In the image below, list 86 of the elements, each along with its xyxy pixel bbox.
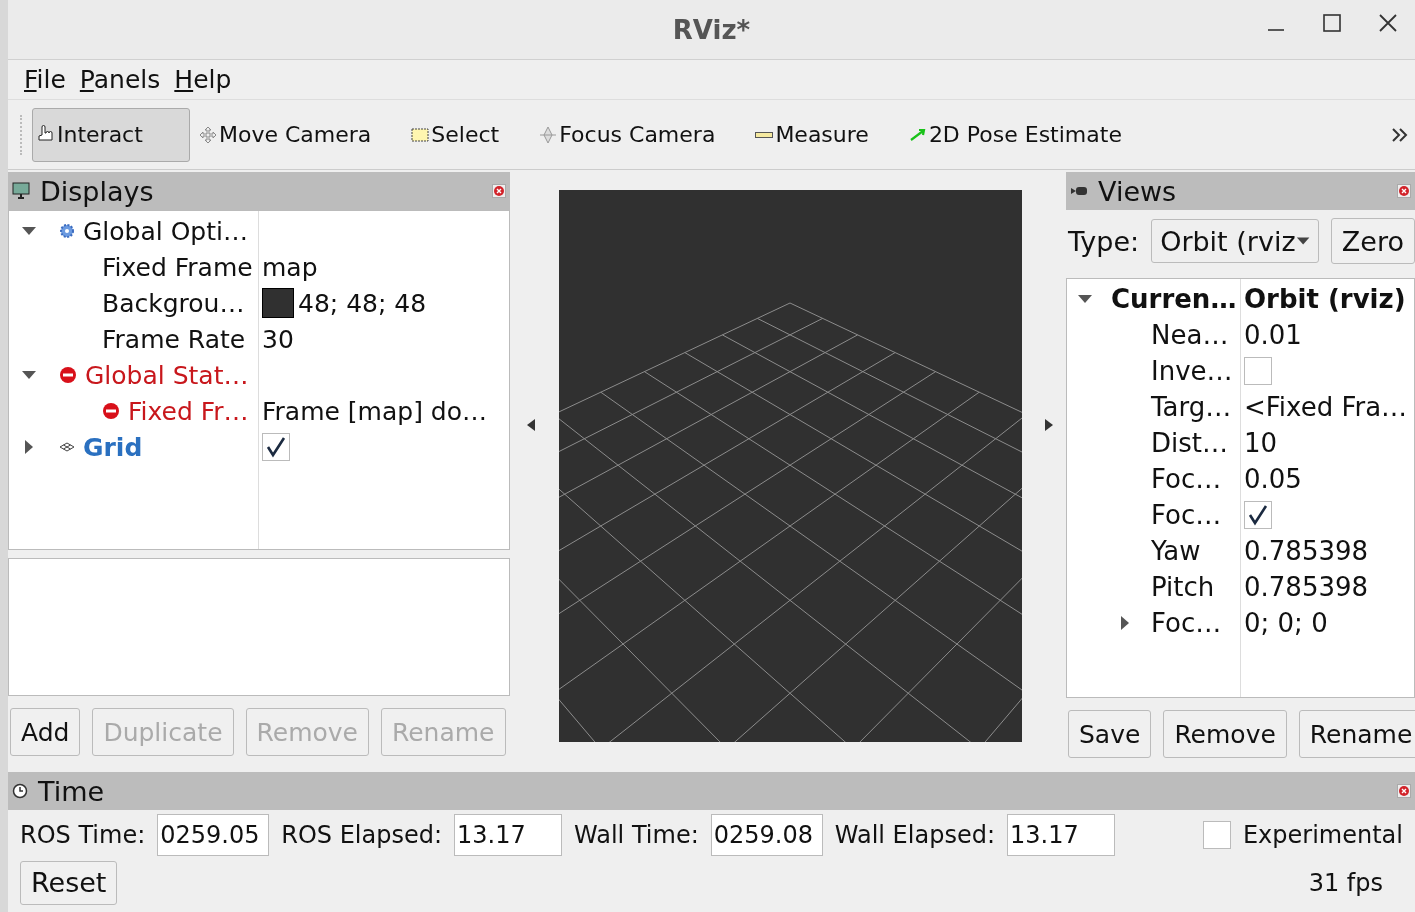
property-name[interactable]: Global Opti… xyxy=(83,216,248,246)
panel-button[interactable]: Add xyxy=(10,708,81,756)
close-icon[interactable] xyxy=(1397,784,1411,798)
property-value[interactable]: Orbit (rviz) xyxy=(1244,284,1406,314)
field-label: ROS Elapsed: xyxy=(281,821,443,849)
property-value[interactable]: 0.785398 xyxy=(1244,536,1369,566)
right-arrow-icon[interactable] xyxy=(1044,417,1054,432)
property-name[interactable]: Fixed Fr… xyxy=(128,396,249,426)
time-field[interactable]: 0259.05 xyxy=(157,814,270,856)
gear-icon xyxy=(59,223,75,239)
move-arrows-icon xyxy=(199,125,217,144)
panel-button[interactable]: Remove xyxy=(1163,710,1287,758)
tool-button[interactable]: Move Camera xyxy=(194,107,377,162)
property-name[interactable]: Pitch xyxy=(1151,572,1215,602)
property-name[interactable]: Global Stat… xyxy=(85,360,249,390)
reset-button[interactable]: Reset xyxy=(20,860,118,905)
property-name[interactable]: Curren… xyxy=(1111,284,1237,314)
field-label: Wall Elapsed: xyxy=(834,821,995,849)
left-arrow-icon[interactable] xyxy=(526,417,536,432)
checkbox[interactable] xyxy=(1244,357,1272,385)
zero-button[interactable]: Zero xyxy=(1330,218,1415,264)
property-name[interactable]: Dist… xyxy=(1151,428,1228,458)
property-value[interactable]: <Fixed Fra… xyxy=(1244,392,1408,422)
tool-button[interactable]: Measure xyxy=(750,107,874,162)
menu-item[interactable]: Panels xyxy=(79,65,161,94)
close-icon[interactable] xyxy=(1397,184,1411,198)
pose-arrow-icon xyxy=(908,127,927,142)
property-name[interactable]: Inve… xyxy=(1151,356,1233,386)
property-name[interactable]: Frame Rate xyxy=(102,324,246,354)
property-value[interactable]: 0.785398 xyxy=(1244,572,1369,602)
fps-text: 31 fps xyxy=(1308,868,1383,897)
camera-icon xyxy=(1070,186,1088,196)
time-field[interactable]: 0259.08 xyxy=(710,814,823,856)
time-field[interactable]: 13.17 xyxy=(454,814,563,856)
property-value[interactable]: 0; 0; 0 xyxy=(1244,608,1328,638)
menu-item[interactable]: Help xyxy=(174,65,232,94)
tool-button[interactable]: Select xyxy=(406,107,505,162)
tool-button[interactable]: Interact xyxy=(32,107,190,162)
maximize-icon[interactable] xyxy=(1323,14,1341,32)
grid-icon xyxy=(59,442,75,452)
property-value[interactable]: 30 xyxy=(262,324,294,354)
checkbox[interactable] xyxy=(1202,821,1231,849)
error-icon xyxy=(59,366,77,384)
property-name[interactable]: Backgrou… xyxy=(102,288,245,318)
panel-button[interactable]: Save xyxy=(1068,710,1152,758)
property-name[interactable]: Grid xyxy=(83,432,143,462)
property-name[interactable]: Targ… xyxy=(1151,392,1232,422)
experimental-label: Experimental xyxy=(1242,821,1403,849)
field-label: ROS Time: xyxy=(20,821,146,849)
property-value[interactable]: 48; 48; 48 xyxy=(298,288,427,318)
ruler-icon xyxy=(755,130,774,139)
field-label: Wall Time: xyxy=(574,821,699,849)
panel-button[interactable]: Rename xyxy=(1298,710,1415,758)
property-name[interactable]: Foc… xyxy=(1151,500,1222,530)
type-dropdown[interactable]: Orbit (rviz xyxy=(1151,219,1319,263)
panel-title: Displays xyxy=(40,175,155,207)
type-label: Type: xyxy=(1068,225,1140,257)
close-icon[interactable] xyxy=(492,184,506,198)
checkbox[interactable] xyxy=(1244,501,1272,529)
chevron-icon[interactable] xyxy=(1391,126,1409,143)
property-value[interactable]: 0.05 xyxy=(1244,464,1302,494)
property-name[interactable]: Fixed Frame xyxy=(102,252,253,282)
clock-icon xyxy=(12,783,28,799)
property-value[interactable]: 0.01 xyxy=(1244,320,1302,350)
color-swatch[interactable] xyxy=(262,288,294,318)
property-value[interactable]: 10 xyxy=(1244,428,1278,458)
property-value[interactable]: Frame [map] do… xyxy=(262,396,487,426)
tool-button[interactable]: 2D Pose Estimate xyxy=(903,107,1127,162)
selection-rectangle-icon xyxy=(411,127,430,142)
dropdown-arrow-icon xyxy=(1295,236,1310,246)
property-name[interactable]: Nea… xyxy=(1151,320,1229,350)
time-field[interactable]: 13.17 xyxy=(1006,814,1115,856)
crosshair-icon xyxy=(539,125,558,144)
menu-item[interactable]: File xyxy=(24,65,66,94)
close-icon[interactable] xyxy=(1379,14,1397,32)
window-title: RViz* xyxy=(672,14,751,45)
tool-button[interactable]: Focus Camera xyxy=(534,107,721,162)
error-icon xyxy=(102,402,120,420)
property-name[interactable]: Yaw xyxy=(1151,536,1201,566)
property-value[interactable]: map xyxy=(262,252,318,282)
panel-title: Views xyxy=(1098,175,1178,207)
monitor-icon xyxy=(12,182,30,200)
property-name[interactable]: Foc… xyxy=(1151,608,1222,638)
checkbox[interactable] xyxy=(262,433,290,461)
property-name[interactable]: Foc… xyxy=(1151,464,1222,494)
panel-title: Time xyxy=(38,775,106,807)
